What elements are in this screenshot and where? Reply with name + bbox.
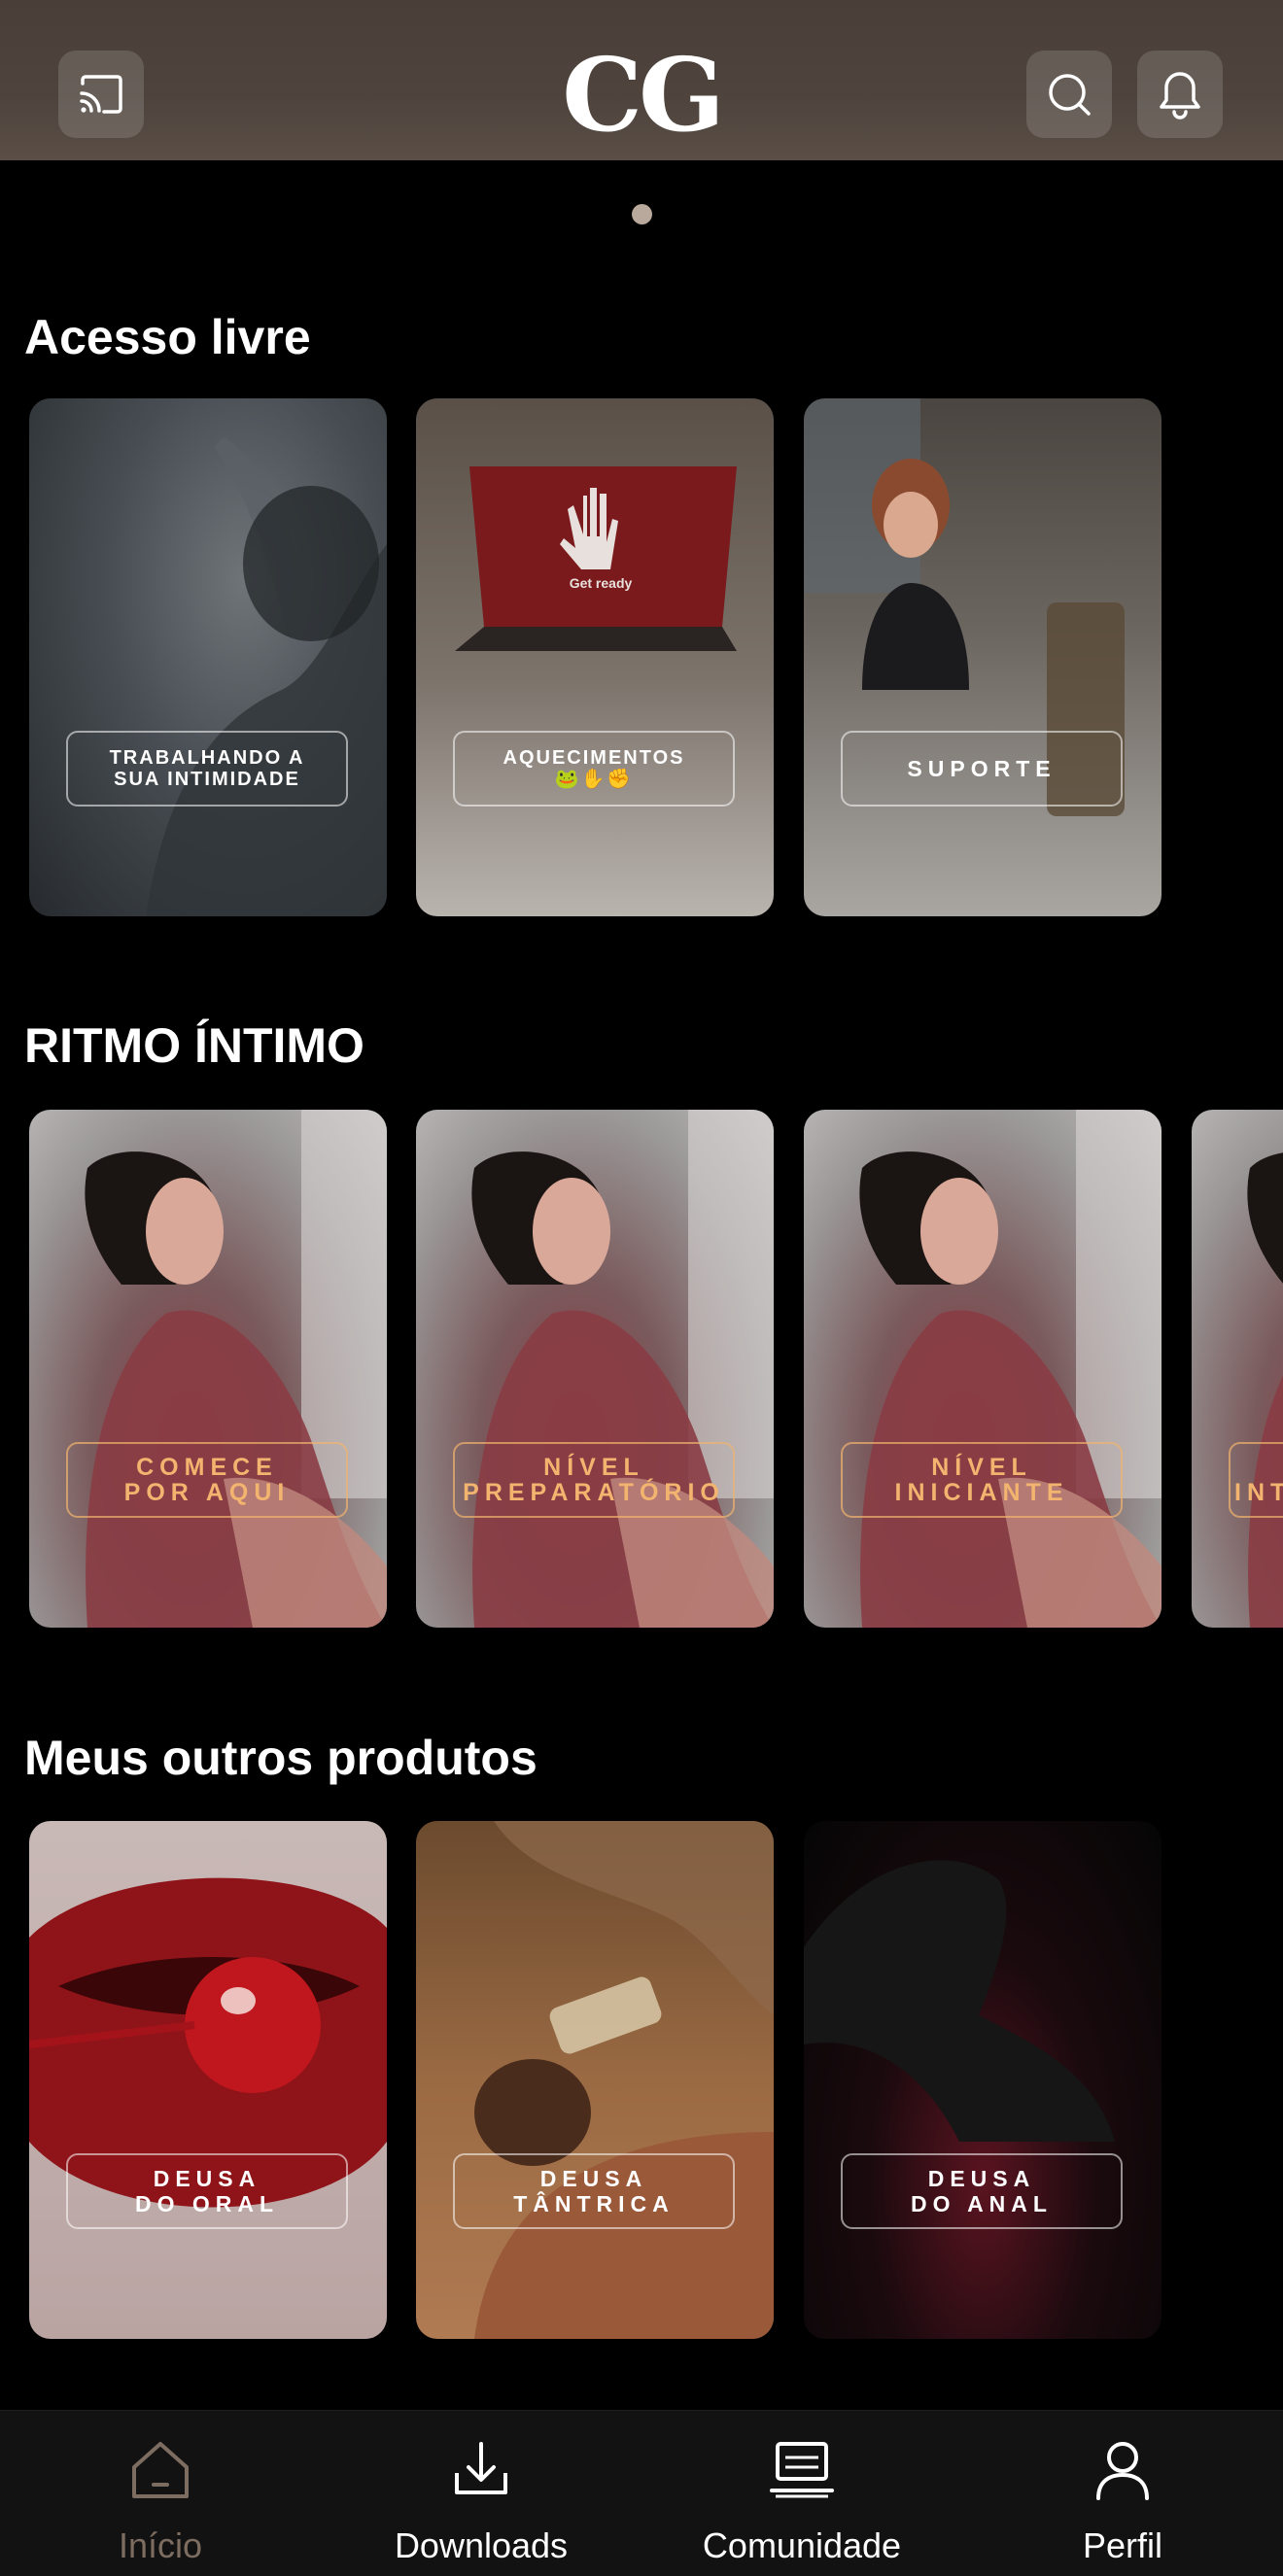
nav-label: Downloads [394, 2525, 569, 2565]
card-preparatorio[interactable]: NÍVEL PREPARATÓRIO [416, 1110, 774, 1628]
row-acesso-livre[interactable]: TRABALHANDO A SUA INTIMIDADE Get ready A… [0, 398, 1283, 918]
card-label: COMECE POR AQUI [66, 1442, 348, 1518]
card-intermediario[interactable]: NÍVEL INTERMEDIÁRIO [1192, 1110, 1283, 1628]
laptop-screen-text: Get ready [570, 575, 633, 591]
carousel-indicator [632, 204, 652, 224]
nav-item-comunidade[interactable]: Comunidade [642, 2411, 962, 2576]
card-suporte[interactable]: SUPORTE [804, 398, 1162, 916]
lips-cherry-photo [29, 1877, 387, 2208]
notifications-button[interactable] [1137, 51, 1223, 138]
woman-phone-desk-photo [804, 398, 1125, 816]
card-label: DEUSA TÂNTRICA [453, 2153, 735, 2229]
card-trabalhando[interactable]: TRABALHANDO A SUA INTIMIDADE [29, 398, 387, 916]
row-outros-produtos[interactable]: DEUSA DO ORAL DEUSA TÂNTRICA DEUSA DO AN… [0, 1821, 1283, 2341]
nav-item-perfil[interactable]: Perfil [962, 2411, 1283, 2576]
nav-label: Início [118, 2525, 203, 2565]
card-label: NÍVEL INTERMEDIÁRIO [1229, 1442, 1283, 1518]
nav-label: Comunidade [702, 2525, 902, 2565]
card-label: DEUSA DO ORAL [66, 2153, 348, 2229]
nav-label: Perfil [1082, 2525, 1163, 2565]
card-label: SUPORTE [841, 731, 1123, 807]
card-aquecimentos[interactable]: Get ready AQUECIMENTOS 🐸✋✊ [416, 398, 774, 916]
section-title-outros-produtos: Meus outros produtos [24, 1731, 537, 1785]
laptop-icon [770, 2442, 834, 2498]
woman-arm-raised-photo [146, 437, 387, 916]
search-button[interactable] [1026, 51, 1112, 138]
card-label: TRABALHANDO A SUA INTIMIDADE [66, 731, 348, 807]
bell-icon [1160, 72, 1200, 120]
card-label: NÍVEL PREPARATÓRIO [453, 1442, 735, 1518]
card-label: NÍVEL INICIANTE [841, 1442, 1123, 1518]
card-deusa-anal[interactable]: DEUSA DO ANAL [804, 1821, 1162, 2339]
laptop-get-ready-photo: Get ready [455, 466, 737, 651]
woman-pink-robe-photo [859, 1110, 1162, 1628]
section-title-acesso-livre: Acesso livre [24, 310, 311, 364]
nav-item-inicio[interactable]: Início [0, 2411, 321, 2576]
person-icon [1096, 2442, 1149, 2500]
search-icon [1049, 74, 1091, 116]
woman-pink-robe-photo [471, 1110, 774, 1628]
section-title-ritmo-intimo: RITMO ÍNTIMO [24, 1018, 364, 1073]
row-ritmo-intimo[interactable]: COMECE POR AQUI NÍVEL PREPARATÓRIO NÍVEL… [0, 1110, 1283, 1630]
nav-item-downloads[interactable]: Downloads [321, 2411, 642, 2576]
download-icon [455, 2442, 507, 2494]
card-iniciante[interactable]: NÍVEL INICIANTE [804, 1110, 1162, 1628]
card-label: DEUSA DO ANAL [841, 2153, 1123, 2229]
dark-silhouette-photo [804, 1860, 1115, 2142]
woman-pink-robe-photo [85, 1110, 387, 1628]
card-deusa-oral[interactable]: DEUSA DO ORAL [29, 1821, 387, 2339]
home-icon [132, 2442, 189, 2498]
card-label: AQUECIMENTOS 🐸✋✊ [453, 731, 735, 807]
massage-oil-photo [474, 1821, 774, 2339]
card-deusa-tantrica[interactable]: DEUSA TÂNTRICA [416, 1821, 774, 2339]
card-comece[interactable]: COMECE POR AQUI [29, 1110, 387, 1628]
bottom-navigation: Início Downloads Comunidade Perfil [0, 2410, 1283, 2576]
woman-pink-robe-photo [1247, 1152, 1283, 1628]
top-bar: CG [0, 0, 1283, 160]
